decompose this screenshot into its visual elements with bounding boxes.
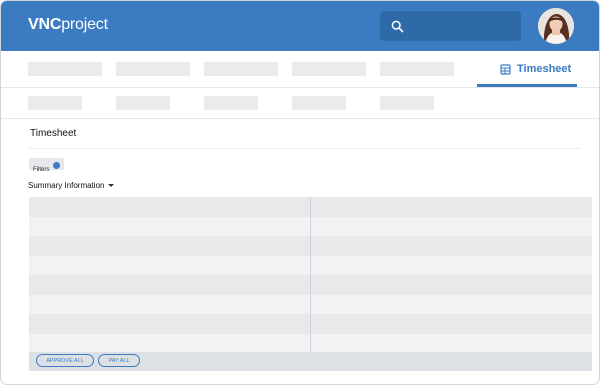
pay-all-button[interactable]: PAY ALL <box>98 354 140 367</box>
filters-label: Filters <box>33 167 50 173</box>
sub-navigation-bar <box>1 88 599 119</box>
module-tab-bar: Timesheet <box>1 51 599 88</box>
filters-chip[interactable]: Filters <box>29 158 65 173</box>
subtab-placeholder[interactable] <box>28 96 82 110</box>
app-logo[interactable]: VNCproject <box>28 16 108 34</box>
user-avatar[interactable] <box>538 8 574 44</box>
logo-vnc-text: VNC <box>28 16 62 33</box>
approve-all-button[interactable]: APPROVE ALL <box>36 354 94 367</box>
summary-label: Summary Information <box>28 181 105 190</box>
tab-placeholder[interactable] <box>28 62 102 76</box>
calendar-table-icon <box>500 64 511 75</box>
tab-placeholder[interactable] <box>380 62 454 76</box>
summary-information-dropdown[interactable]: Summary Information <box>28 181 115 190</box>
subtab-placeholder[interactable] <box>292 96 346 110</box>
logo-project-text: project <box>61 16 108 33</box>
table-footer: APPROVE ALL PAY ALL <box>29 352 592 371</box>
tab-placeholder[interactable] <box>204 62 278 76</box>
divider <box>29 148 581 149</box>
column-divider <box>310 197 311 352</box>
tab-timesheet-label: Timesheet <box>517 63 572 75</box>
tab-timesheet[interactable]: Timesheet <box>477 51 577 87</box>
subtab-placeholder[interactable] <box>204 96 258 110</box>
search-icon <box>391 20 404 33</box>
top-navigation-bar: VNCproject <box>1 1 599 51</box>
user-avatar-image <box>538 8 574 44</box>
search-input[interactable] <box>380 11 521 41</box>
caret-down-icon <box>108 184 115 188</box>
app-window: VNCproject Timesheet Timesheet Filters S… <box>0 0 600 385</box>
subtab-placeholder[interactable] <box>380 96 434 110</box>
tab-placeholder[interactable] <box>292 62 366 76</box>
tab-placeholder[interactable] <box>116 62 190 76</box>
filter-active-dot-icon <box>53 162 61 170</box>
page-title: Timesheet <box>30 128 77 139</box>
summary-table: APPROVE ALL PAY ALL <box>29 197 592 371</box>
subtab-placeholder[interactable] <box>116 96 170 110</box>
